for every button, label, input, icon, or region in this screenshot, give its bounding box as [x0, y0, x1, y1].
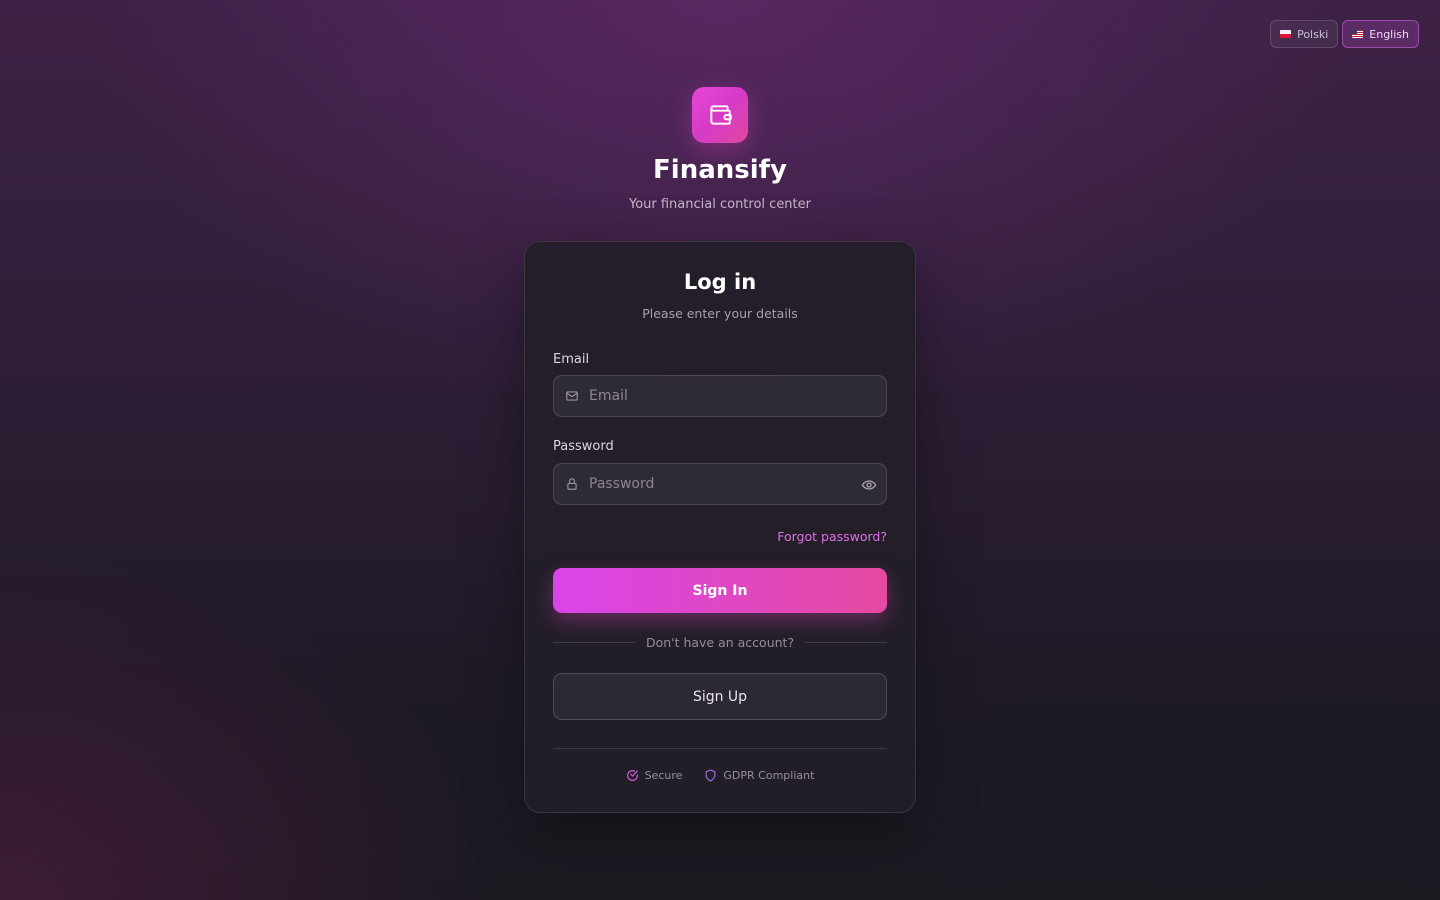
wallet-icon	[710, 105, 732, 125]
poland-flag-icon	[1280, 30, 1292, 38]
language-option-polski[interactable]: Polski	[1270, 20, 1339, 48]
password-label: Password	[553, 439, 614, 454]
mail-icon	[566, 391, 578, 401]
check-circle-icon	[626, 770, 638, 781]
lock-icon	[567, 478, 577, 490]
email-input[interactable]	[589, 376, 849, 416]
login-card: Log in Please enter your details Email P…	[524, 241, 916, 813]
badge-label: GDPR Compliant	[723, 769, 815, 782]
language-switcher: Polski English	[1270, 20, 1419, 48]
email-field	[553, 375, 887, 417]
login-title: Log in	[683, 270, 757, 294]
badge-label: Secure	[644, 769, 683, 782]
divider-line	[804, 641, 888, 643]
gdpr-badge: GDPR Compliant	[704, 769, 814, 782]
divider-text: Don't have an account?	[645, 634, 795, 650]
forgot-password-link[interactable]: Forgot password?	[777, 529, 887, 544]
divider-line	[553, 641, 636, 643]
language-option-english[interactable]: English	[1342, 20, 1419, 48]
password-field	[553, 463, 887, 505]
secure-badge: Secure	[626, 769, 683, 782]
trust-badges: Secure GDPR Compliant	[525, 769, 915, 782]
password-input[interactable]	[589, 464, 849, 504]
sign-up-button[interactable]: Sign Up	[553, 673, 887, 720]
account-divider: Don't have an account?	[553, 633, 888, 651]
login-subtitle: Please enter your details	[642, 306, 798, 321]
us-flag-icon	[1352, 30, 1364, 38]
eye-icon[interactable]	[861, 477, 877, 493]
app-tagline: Your financial control center	[628, 197, 811, 212]
shield-icon	[705, 769, 716, 782]
sign-in-button[interactable]: Sign In	[553, 568, 887, 613]
language-label: English	[1369, 27, 1409, 41]
language-label: Polski	[1297, 27, 1329, 41]
app-name: Finansify	[653, 155, 787, 185]
app-logo	[692, 87, 748, 143]
card-divider	[553, 748, 887, 749]
email-label: Email	[553, 352, 590, 367]
